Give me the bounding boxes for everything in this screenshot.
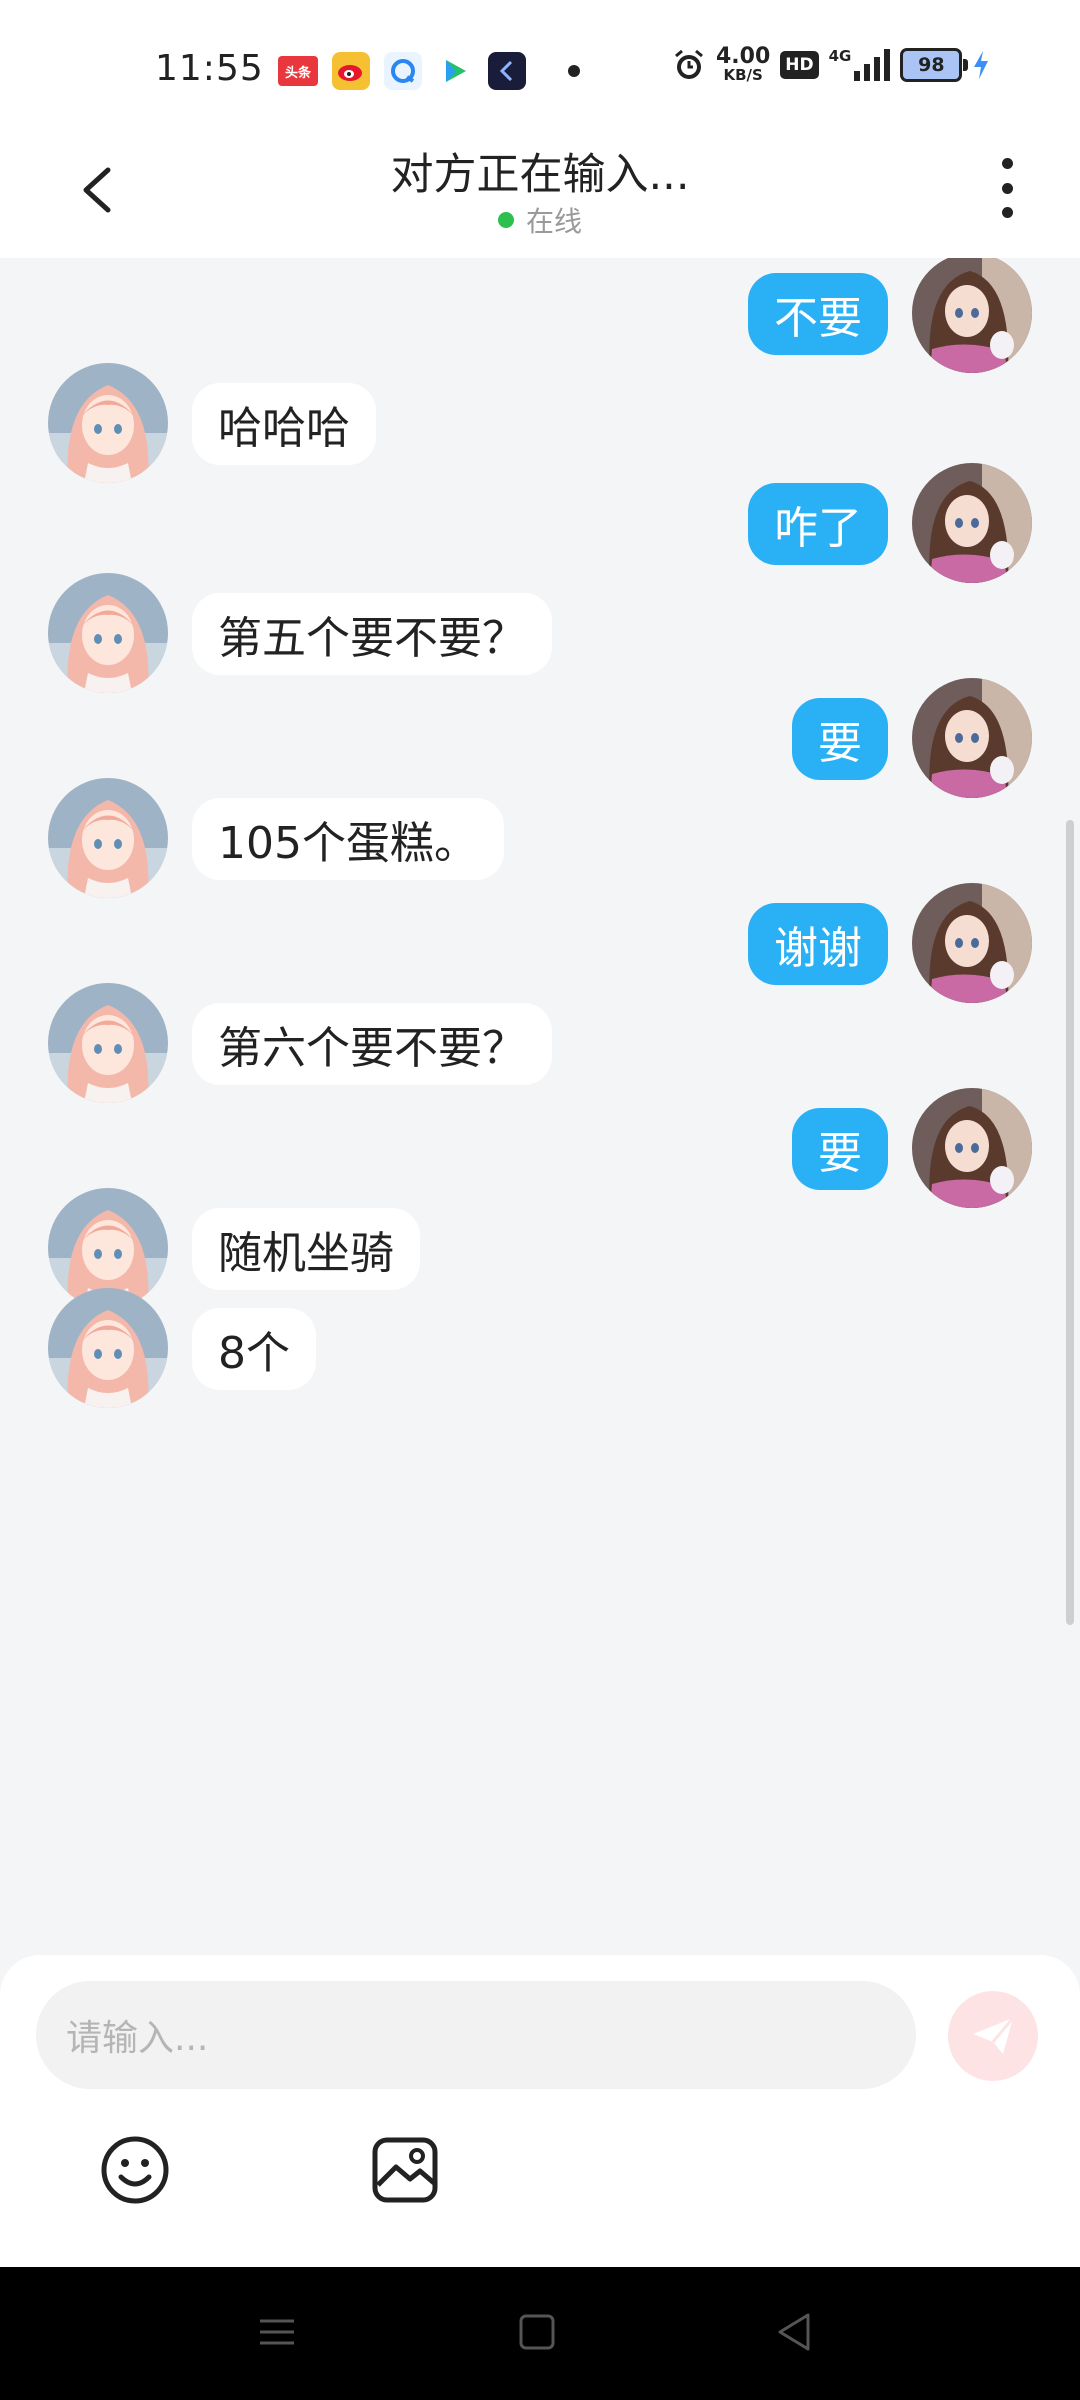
emoji-icon[interactable] — [100, 2135, 170, 2205]
video-app-icon — [436, 52, 474, 90]
incoming-message-bubble[interactable]: 第六个要不要？ — [192, 1003, 552, 1085]
message-input-placeholder: 请输入... — [66, 2018, 209, 2059]
outgoing-message-bubble[interactable]: 谢谢 — [748, 903, 888, 985]
message-row-incoming: 8个 — [0, 1288, 1080, 1418]
notification-icons: 头条 — [278, 52, 580, 90]
chat-app-icon — [488, 52, 526, 90]
chat-header: 对方正在输入... 在线 — [0, 140, 1080, 258]
network-type: 4G — [828, 46, 852, 65]
message-input[interactable]: 请输入... — [36, 1981, 916, 2089]
my-avatar[interactable] — [912, 463, 1032, 583]
network-speed: 4.00 KB/S — [716, 46, 770, 83]
charging-icon — [974, 50, 989, 79]
network-speed-unit: KB/S — [723, 66, 763, 84]
chat-scrollbar[interactable] — [1066, 820, 1074, 1625]
network-speed-value: 4.00 — [716, 44, 771, 69]
toutiao-app-icon: 头条 — [278, 56, 318, 86]
cell-signal-icon: 4G — [828, 46, 891, 81]
incoming-message-bubble[interactable]: 哈哈哈 — [192, 383, 376, 465]
battery-level: 98 — [918, 53, 945, 76]
message-list[interactable]: 不要哈哈哈咋了第五个要不要？ 要 105个蛋糕。谢谢第六个要不要？ 要随机坐骑 8个 — [0, 258, 1080, 1958]
browser-app-icon — [384, 52, 422, 90]
contact-avatar[interactable] — [48, 778, 168, 898]
composer: 请输入... — [0, 1955, 1080, 2267]
status-bar: 11:55 头条 4.00 KB/S HD 4G 98 — [0, 0, 1080, 140]
contact-avatar[interactable] — [48, 573, 168, 693]
outgoing-message-bubble[interactable]: 要 — [792, 1108, 888, 1190]
incoming-message-bubble[interactable]: 第五个要不要？ — [192, 593, 552, 675]
image-picker-icon[interactable] — [370, 2135, 440, 2205]
outgoing-message-bubble[interactable]: 要 — [792, 698, 888, 780]
outgoing-message-bubble[interactable]: 咋了 — [748, 483, 888, 565]
incoming-message-bubble[interactable]: 8个 — [192, 1308, 316, 1390]
my-avatar[interactable] — [912, 258, 1032, 373]
contact-avatar[interactable] — [48, 1288, 168, 1408]
hd-voice-badge: HD — [780, 50, 819, 79]
weibo-app-icon — [332, 52, 370, 90]
send-icon — [973, 2017, 1015, 2054]
send-button[interactable] — [948, 1991, 1038, 2081]
more-options-icon[interactable] — [1000, 158, 1014, 218]
recents-nav-icon[interactable] — [252, 2307, 302, 2357]
battery-icon: 98 — [900, 47, 969, 82]
incoming-message-bubble[interactable]: 105个蛋糕。 — [192, 798, 504, 880]
presence-status: 在线 — [0, 200, 1080, 240]
home-nav-icon[interactable] — [512, 2307, 562, 2357]
system-nav-bar — [0, 2267, 1080, 2400]
more-notifications-dot — [568, 65, 580, 77]
incoming-message-bubble[interactable]: 随机坐骑 — [192, 1208, 420, 1290]
system-icons: 4.00 KB/S HD 4G 98 — [672, 46, 990, 83]
status-time: 11:55 — [155, 48, 264, 89]
presence-label: 在线 — [525, 205, 582, 238]
chat-title: 对方正在输入... — [390, 150, 690, 200]
back-nav-icon[interactable] — [770, 2307, 820, 2357]
contact-avatar[interactable] — [48, 983, 168, 1103]
online-dot-icon — [497, 212, 514, 228]
alarm-icon — [675, 49, 703, 79]
outgoing-message-bubble[interactable]: 不要 — [748, 273, 888, 355]
